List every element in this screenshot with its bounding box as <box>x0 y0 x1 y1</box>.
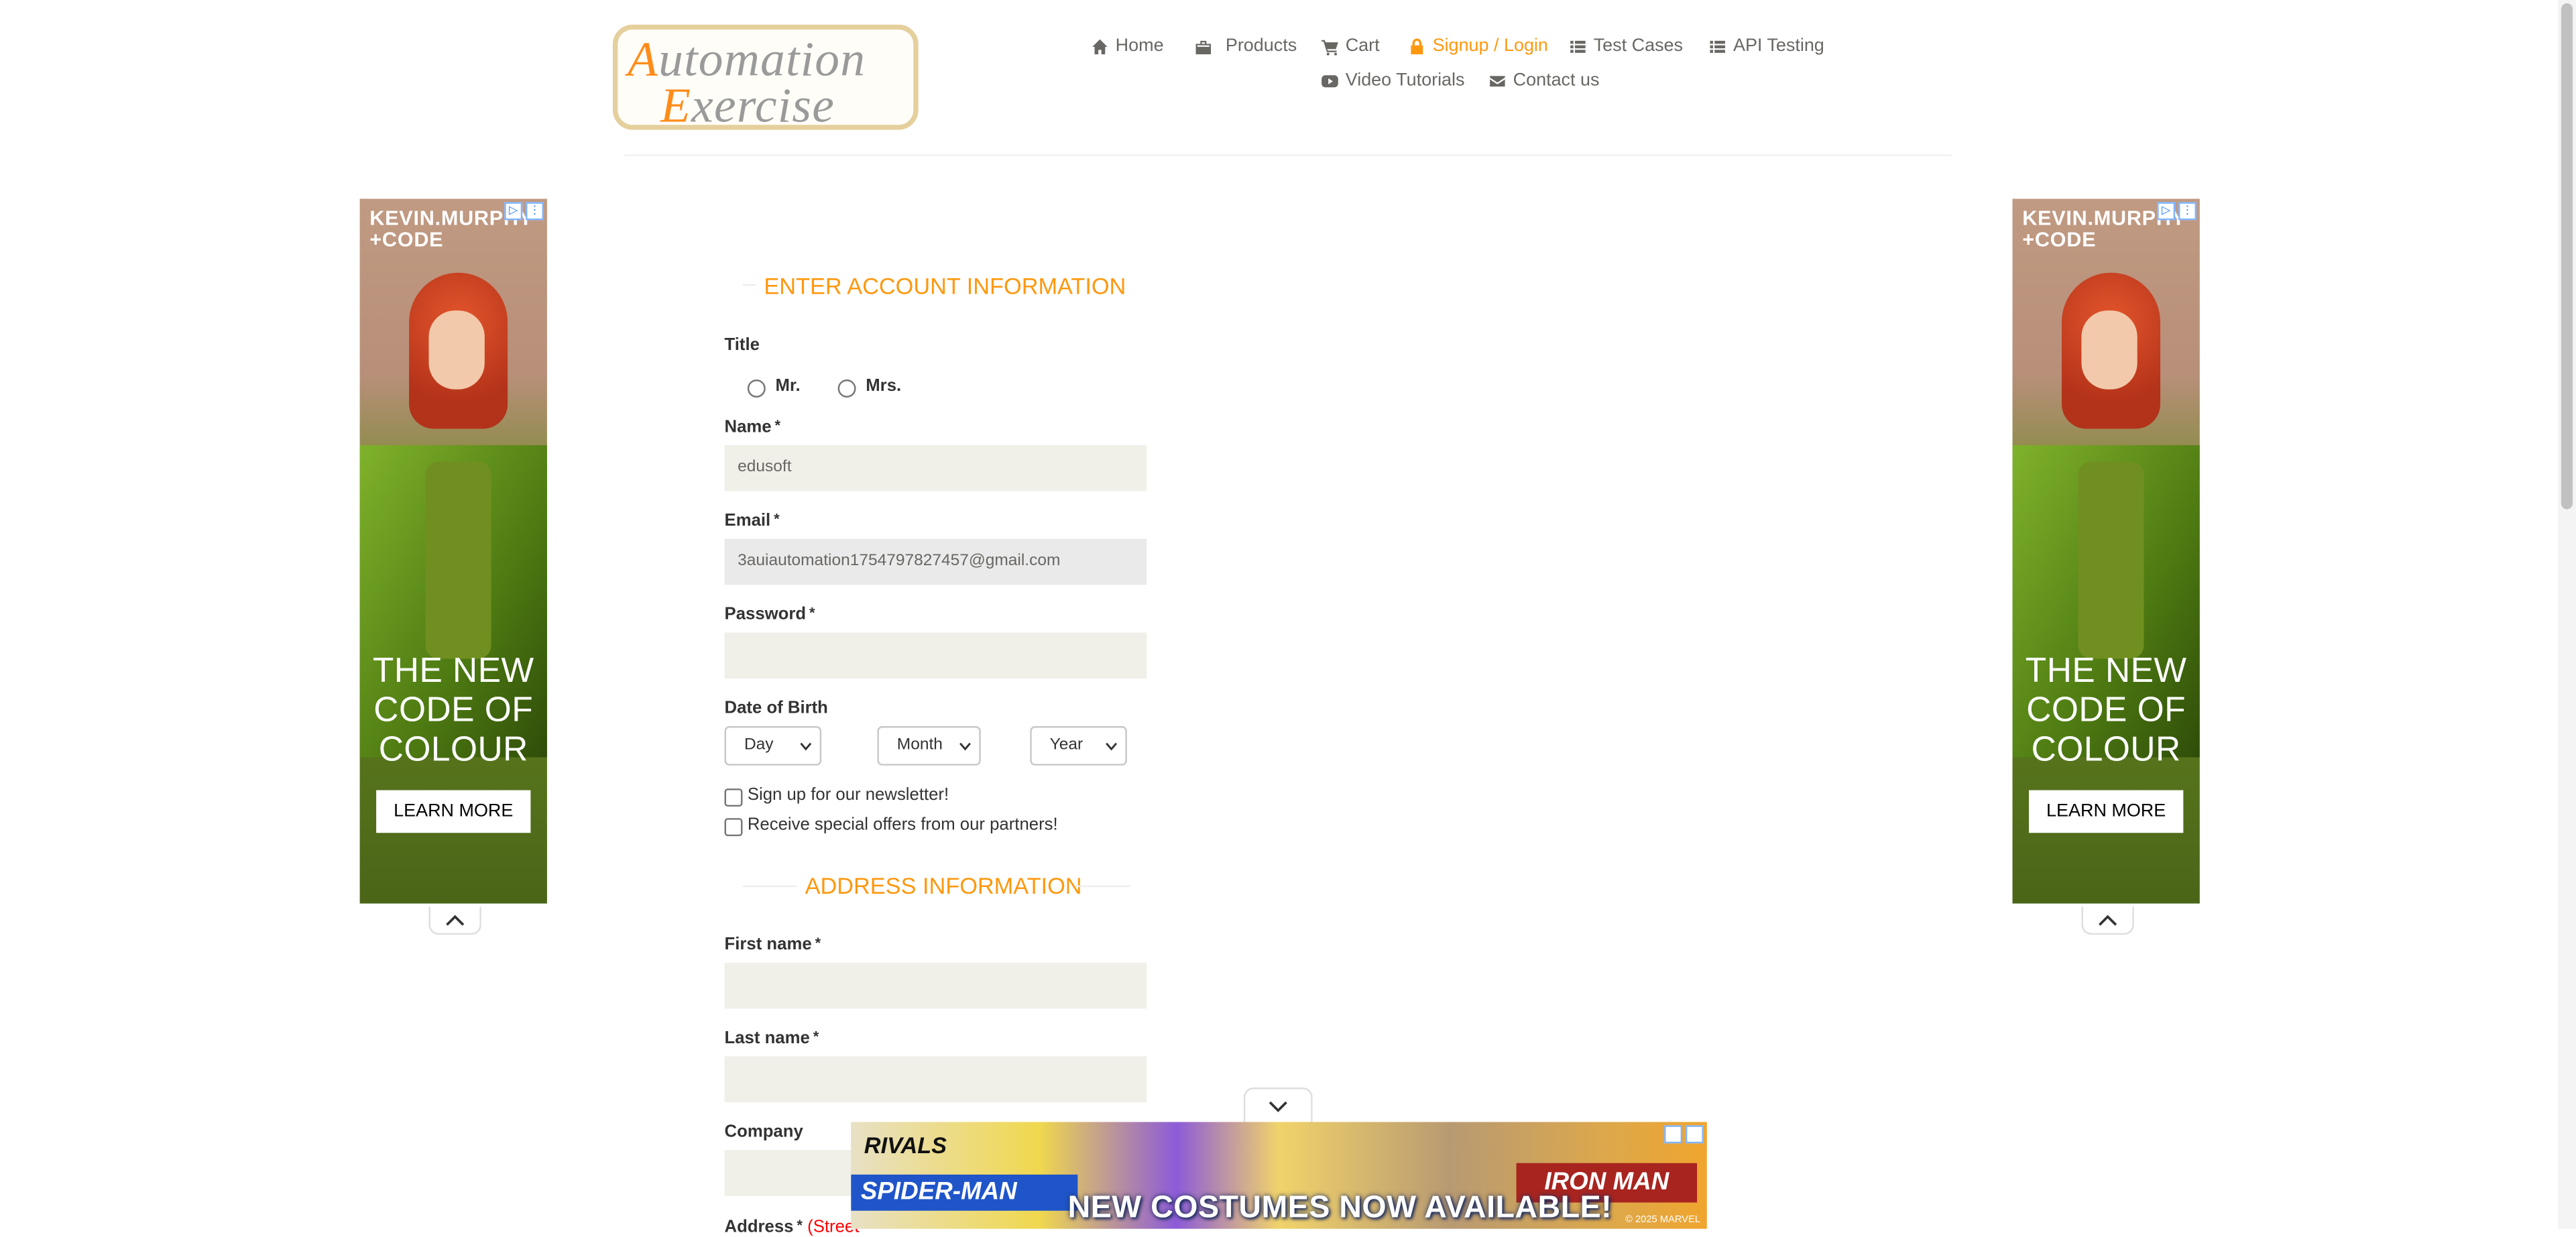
title-mrs-label: Mrs. <box>866 376 902 396</box>
offers-checkbox[interactable] <box>724 818 743 837</box>
ad-hero-left: SPIDER-MAN <box>851 1174 1078 1211</box>
ad-choices-icon[interactable]: ▷ ⋮ <box>504 202 544 221</box>
nav-test-cases-label: Test Cases <box>1593 36 1684 56</box>
left-ad-collapse-button[interactable] <box>428 906 481 935</box>
ad-learn-more-button[interactable]: LEARN MORE <box>376 790 531 833</box>
header-divider <box>624 154 1952 156</box>
chevron-down-icon <box>959 742 971 751</box>
name-input[interactable]: edusoft <box>724 445 1147 491</box>
products-icon <box>1195 40 1212 54</box>
ad-promo-text: NEW COSTUMES NOW AVAILABLE! <box>1067 1191 1613 1226</box>
dob-year-select[interactable]: Year <box>1030 725 1127 766</box>
page-scrollbar-thumb[interactable] <box>2561 3 2573 510</box>
ad-model-dress <box>2078 461 2144 659</box>
password-input[interactable] <box>724 632 1147 679</box>
nav-contact-us[interactable]: Contact us <box>1488 70 1600 91</box>
dob-year-value: Year <box>1049 735 1084 754</box>
nav-video-tutorials[interactable]: Video Tutorials <box>1321 70 1465 91</box>
chevron-up-icon <box>446 915 465 926</box>
title-label: Title <box>724 335 760 355</box>
bottom-banner-ad[interactable]: RIVALS SPIDER-MAN IRON MAN NEW COSTUMES … <box>851 1122 1707 1229</box>
ad-learn-more-button[interactable]: LEARN MORE <box>2028 790 2184 833</box>
first-name-input[interactable] <box>724 962 1147 1009</box>
ad-model-face <box>2081 310 2138 390</box>
offers-label: Receive special offers from our partners… <box>747 815 1058 835</box>
nav-signup-login-label: Signup / Login <box>1432 36 1548 56</box>
last-name-input[interactable] <box>724 1056 1147 1103</box>
site-logo[interactable]: Automation Exercise <box>612 24 919 133</box>
nav-video-tutorials-label: Video Tutorials <box>1345 70 1465 91</box>
logo-initial-e: E <box>660 78 692 133</box>
address-label: Address * (Street <box>724 1217 860 1237</box>
dob-month-select[interactable]: Month <box>877 725 981 766</box>
ad-copyright: © 2025 MARVEL <box>1625 1216 1700 1226</box>
chevron-down-icon <box>1269 1100 1287 1112</box>
lock-icon <box>1411 38 1423 54</box>
ad-game-title: RIVALS <box>864 1132 947 1159</box>
company-label: Company <box>724 1122 803 1142</box>
home-icon <box>1092 38 1108 54</box>
nav-cart[interactable]: Cart <box>1321 36 1380 56</box>
youtube-icon <box>1322 74 1338 87</box>
nav-cart-label: Cart <box>1345 36 1380 56</box>
chevron-up-icon <box>2099 915 2117 926</box>
title-mr-label: Mr. <box>775 376 801 396</box>
heading-line-right <box>1075 885 1130 888</box>
password-label: Password * <box>724 604 815 625</box>
chevron-down-icon <box>800 742 812 751</box>
email-label: Email * <box>724 511 780 531</box>
title-mrs-radio[interactable] <box>837 379 856 398</box>
heading-line-left <box>742 284 756 286</box>
heading-line-left <box>742 885 797 888</box>
bottom-ad-collapse-button[interactable] <box>1243 1087 1313 1124</box>
nav-products[interactable]: Products <box>1194 36 1297 56</box>
ad-tagline: THE NEW CODE OF COLOUR <box>372 652 534 769</box>
dob-day-select[interactable]: Day <box>724 725 822 766</box>
dob-month-value: Month <box>896 735 943 754</box>
ad-choices-icon[interactable]: ▷ ⋮ <box>2157 202 2197 221</box>
right-side-ad[interactable]: KEVIN.MURPHY +CODE ▷ ⋮ THE NEW CODE OF COLOU… <box>2012 198 2200 904</box>
nav-home-label: Home <box>1115 36 1164 56</box>
account-info-heading: ENTER ACCOUNT INFORMATION <box>764 272 1126 299</box>
ad-model-dress <box>425 461 491 659</box>
newsletter-label: Sign up for our newsletter! <box>747 785 949 805</box>
first-name-label: First name * <box>724 935 821 955</box>
nav-contact-us-label: Contact us <box>1513 70 1600 91</box>
name-label: Name * <box>724 417 781 437</box>
nav-test-cases[interactable]: Test Cases <box>1569 36 1683 56</box>
address-info-heading: ADDRESS INFORMATION <box>805 872 1082 899</box>
ad-model-face <box>428 310 485 390</box>
nav-signup-login[interactable]: Signup / Login <box>1408 36 1548 56</box>
email-input[interactable]: 3auiautomation1754797827457@gmail.com <box>724 538 1147 585</box>
title-mr-radio[interactable] <box>747 379 766 398</box>
cart-icon <box>1322 39 1338 55</box>
left-side-ad[interactable]: KEVIN.MURPHY +CODE ▷ ⋮ THE NEW CODE OF COLOU… <box>359 198 547 904</box>
ad-tagline: THE NEW CODE OF COLOUR <box>2025 652 2187 769</box>
logo-word-2: xercise <box>691 78 835 133</box>
list-icon <box>1710 40 1725 52</box>
nav-api-testing[interactable]: API Testing <box>1708 36 1824 56</box>
newsletter-checkbox[interactable] <box>724 788 743 807</box>
logo-initial-a: A <box>627 33 659 87</box>
nav-products-label: Products <box>1225 36 1297 56</box>
dob-day-value: Day <box>744 735 774 754</box>
last-name-label: Last name * <box>724 1028 819 1049</box>
nav-api-testing-label: API Testing <box>1733 36 1824 56</box>
envelope-icon <box>1490 75 1505 86</box>
chevron-down-icon <box>1106 742 1118 751</box>
dob-label: Date of Birth <box>724 698 828 718</box>
list-icon <box>1570 40 1586 52</box>
right-ad-collapse-button[interactable] <box>2081 906 2134 935</box>
ad-choices-icon[interactable] <box>1664 1125 1704 1144</box>
nav-home[interactable]: Home <box>1091 36 1164 56</box>
